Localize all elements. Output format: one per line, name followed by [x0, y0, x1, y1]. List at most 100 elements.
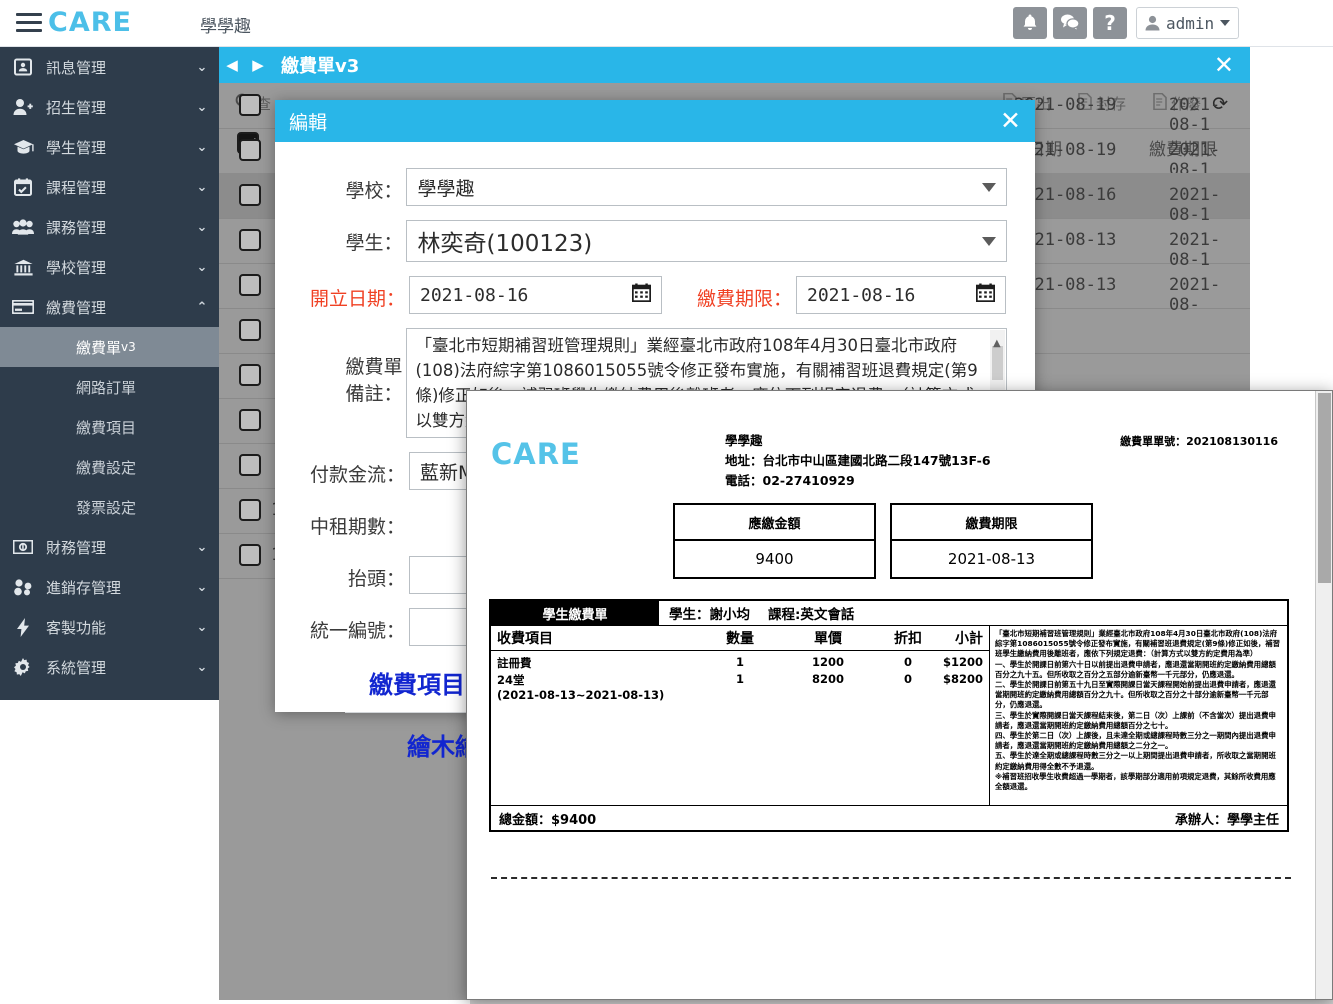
user-menu[interactable]: admin	[1136, 7, 1240, 39]
top-header: CARE 學學趣 ? admin	[0, 0, 1333, 47]
item-name: 註冊費	[497, 656, 532, 670]
invoice-item-row: 24堂 (2021-08-13~2021-08-13) 1 8200 0 $8200	[491, 672, 989, 702]
chevron-down-icon	[982, 236, 996, 246]
sidebar-subitem-label: 網路訂單	[76, 378, 137, 397]
bank-icon	[0, 259, 46, 276]
due-box: 繳費期限 2021-08-13	[890, 503, 1093, 579]
sidebar-item-inventory[interactable]: 進銷存管理 ⌄	[0, 567, 219, 607]
help-icon[interactable]: ?	[1093, 7, 1127, 39]
issue-date-label: 開立日期：	[309, 288, 405, 310]
brand-logo: CARE	[48, 7, 132, 38]
student-select[interactable]: 林奕奇(100123)	[406, 220, 1007, 262]
item-period: (2021-08-13~2021-08-13)	[497, 688, 665, 702]
credit-card-icon	[0, 300, 46, 314]
tab-next-icon[interactable]: ▶	[245, 56, 271, 74]
sidebar-item-label: 客製功能	[46, 618, 107, 637]
row-checkbox[interactable]	[239, 274, 261, 296]
hamburger-icon[interactable]	[16, 13, 42, 33]
row-checkbox[interactable]	[239, 139, 261, 161]
chevron-down-icon: ⌄	[196, 539, 208, 555]
item-qty: 1	[735, 672, 744, 686]
bell-icon[interactable]	[1013, 7, 1047, 39]
user-plus-icon	[0, 98, 46, 116]
invoice-items: 收費項目 數量 單價 折扣 小計 註冊費 1 1200 0 $1200 24堂 (2021-…	[491, 626, 990, 805]
invoice-caption-row: 學生繳費單 學生：謝小均 課程:英文會話	[491, 601, 1287, 625]
sidebar-item-system[interactable]: 系統管理 ⌄	[0, 647, 219, 687]
sidebar-subitem-payment-settings[interactable]: 繳費設定	[0, 447, 219, 487]
row-checkbox[interactable]	[239, 94, 261, 116]
print-scrollbar[interactable]	[1315, 391, 1332, 999]
row-checkbox[interactable]	[239, 499, 261, 521]
field-student: 學生： 林奕奇(100123)	[285, 220, 1007, 262]
sidebar-item-label: 招生管理	[46, 98, 107, 117]
invoice-item-row: 註冊費 1 1200 0 $1200	[491, 655, 989, 672]
bell-glyph	[1023, 14, 1037, 30]
sidebar-subitem-payment-form-v3[interactable]: 繳費單 v3	[0, 327, 219, 367]
item-subtotal: $8200	[943, 672, 984, 686]
scroll-thumb[interactable]	[1318, 393, 1331, 583]
sidebar-subitem-invoice-settings[interactable]: 發票設定	[0, 487, 219, 527]
calendar-icon[interactable]	[975, 283, 996, 307]
item-discount: 0	[903, 672, 912, 686]
note-label: 繳費單 備註：	[345, 356, 403, 405]
row-checkbox[interactable]	[239, 454, 261, 476]
sidebar-subitem-label: 繳費設定	[76, 458, 137, 477]
close-icon[interactable]: ✕	[1214, 53, 1234, 77]
sidebar-subitem-online-orders[interactable]: 網路訂單	[0, 367, 219, 407]
calendar-icon[interactable]	[631, 283, 652, 307]
sidebar-item-label: 進銷存管理	[46, 578, 122, 597]
chevron-down-icon: ⌄	[196, 219, 208, 235]
gear-icon	[0, 658, 46, 676]
chat-icon[interactable]	[1053, 7, 1087, 39]
payflow-label: 付款金流：	[309, 464, 405, 486]
row-checkbox[interactable]	[239, 229, 261, 251]
item-price: 8200	[811, 672, 844, 686]
calendar-check-icon	[0, 178, 46, 196]
scroll-up-icon[interactable]: ▲	[993, 331, 1001, 356]
col-price: 單價	[814, 631, 842, 647]
chevron-down-icon: ⌄	[196, 659, 208, 675]
sidebar-item-payments[interactable]: 繳費管理 ⌃	[0, 287, 219, 327]
row-checkbox[interactable]	[239, 364, 261, 386]
tab-prev-icon[interactable]: ◀	[219, 56, 245, 74]
sidebar-item-school[interactable]: 學校管理 ⌄	[0, 247, 219, 287]
sidebar-item-courses[interactable]: 課程管理 ⌄	[0, 167, 219, 207]
sidebar-subitem-label: 繳費單	[76, 338, 122, 357]
row-checkbox[interactable]	[239, 184, 261, 206]
invoice-student-course: 學生：謝小均 課程:英文會話	[659, 601, 1287, 625]
chat-glyph	[1061, 14, 1080, 32]
sidebar-item-admissions[interactable]: 招生管理 ⌄	[0, 87, 219, 127]
sidebar-item-custom[interactable]: 客製功能 ⌄	[0, 607, 219, 647]
invoice-total: 總金額：$9400	[499, 812, 597, 828]
row-checkbox[interactable]	[239, 409, 261, 431]
chevron-down-icon: ⌄	[196, 59, 208, 75]
amount-box: 應繳金額 9400	[673, 503, 876, 579]
row-checkbox[interactable]	[239, 544, 261, 566]
invoice-table: 學生繳費單 學生：謝小均 課程:英文會話 收費項目 數量 單價 折扣 小計 註冊…	[489, 599, 1289, 832]
school-select[interactable]: 學學趣	[406, 168, 1007, 206]
money-icon	[0, 540, 46, 554]
close-icon[interactable]: ✕	[1000, 108, 1021, 133]
student-label: 學生：	[345, 232, 403, 254]
title-label: 抬頭：	[347, 568, 405, 590]
sidebar-item-finance[interactable]: 財務管理 ⌄	[0, 527, 219, 567]
sidebar-item-students[interactable]: 學生管理 ⌄	[0, 127, 219, 167]
col-qty: 數量	[726, 631, 754, 647]
issue-date-input[interactable]: 2021-08-16	[409, 276, 662, 314]
row-checkbox[interactable]	[239, 319, 261, 341]
contact-card-icon	[0, 58, 46, 76]
invoice-student: 學生：謝小均	[669, 607, 750, 623]
sidebar-subitem-payment-items[interactable]: 繳費項目	[0, 407, 219, 447]
item-name: 24堂 (2021-08-13~2021-08-13)	[497, 673, 665, 702]
amount-box-value: 9400	[755, 550, 794, 568]
due-date-input[interactable]: 2021-08-16	[796, 276, 1006, 314]
sidebar-item-messages[interactable]: 訊息管理 ⌄	[0, 47, 219, 87]
chevron-down-icon: ⌄	[196, 179, 208, 195]
sidebar-item-label: 學校管理	[46, 258, 107, 277]
due-box-label: 繳費期限	[892, 505, 1091, 541]
print-org-info: 學學趣 地址：台北市中山區建國北路二段147號13F-6 電話：02-27410…	[725, 431, 991, 491]
sidebar-item-label: 課務管理	[46, 218, 107, 237]
sidebar-item-class-affairs[interactable]: 課務管理 ⌄	[0, 207, 219, 247]
chevron-down-icon: ⌄	[196, 99, 208, 115]
boxes-icon	[0, 578, 46, 596]
